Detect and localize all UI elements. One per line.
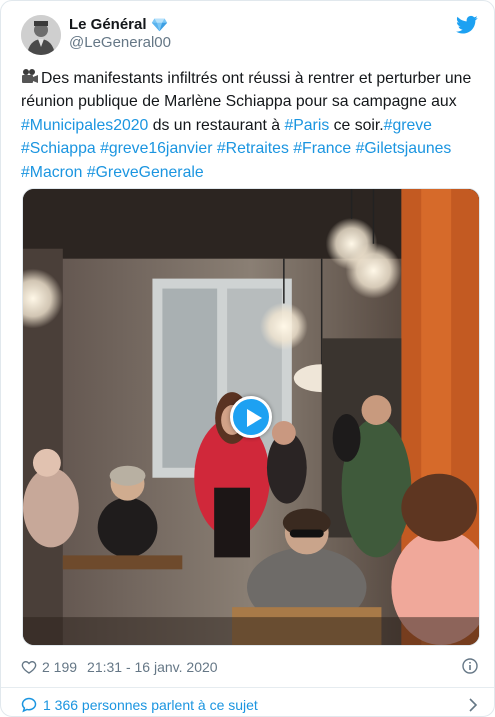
tweet-body: Des manifestants infiltrés ont réussi à … [21,70,471,181]
play-icon [247,409,262,427]
avatar[interactable] [21,15,61,55]
tweet-text-segment: ce soir. [329,116,384,134]
hashtag-link[interactable]: #Giletsjaunes [356,140,452,157]
hashtag-link[interactable]: #Retraites [217,140,289,157]
video-player[interactable] [22,188,480,646]
chat-bubble-icon [21,697,37,713]
diamond-icon [151,18,167,32]
display-name[interactable]: Le Général [69,16,147,33]
twitter-bird-icon[interactable] [456,15,478,35]
movie-camera-icon [22,69,38,83]
hashtag-link[interactable]: #Schiappa [21,140,96,157]
hashtag-link[interactable]: #Macron [21,164,82,181]
chevron-right-icon[interactable] [468,698,478,712]
conversation-label[interactable]: 1 366 personnes parlent à ce sujet [43,697,258,713]
tweet-header: Le Général @LeGeneral00 [21,15,478,59]
heart-icon[interactable] [21,659,37,675]
hashtag-link[interactable]: #France [293,140,351,157]
like-count[interactable]: 2 199 [42,659,77,675]
tweet-meta: 2 199 21:31 - 16 janv. 2020 [21,656,478,678]
tweet-card[interactable]: Le Général @LeGeneral00 Des manifestants… [0,0,495,717]
timestamp[interactable]: 21:31 - 16 janv. 2020 [87,659,218,675]
tweet-text-segment: Des manifestants infiltrés ont réussi à … [21,70,472,111]
avatar-portrait [21,15,61,55]
author-block: Le Général @LeGeneral00 [69,16,171,51]
hashtag-link[interactable]: #GreveGenerale [87,164,204,181]
hashtag-link[interactable]: #greve16janvier [100,140,212,157]
info-icon[interactable] [462,658,478,674]
hashtag-link[interactable]: #greve [384,117,432,134]
tweet-text: Des manifestants infiltrés ont réussi à … [21,67,476,184]
tweet-text-segment: ds un restaurant à [148,116,285,134]
play-button[interactable] [230,396,272,438]
author-handle[interactable]: @LeGeneral00 [69,34,171,51]
hashtag-link[interactable]: #Municipales2020 [21,117,148,134]
divider [1,687,494,688]
conversation-link[interactable]: 1 366 personnes parlent à ce sujet [21,695,478,715]
hashtag-link[interactable]: #Paris [284,117,329,134]
